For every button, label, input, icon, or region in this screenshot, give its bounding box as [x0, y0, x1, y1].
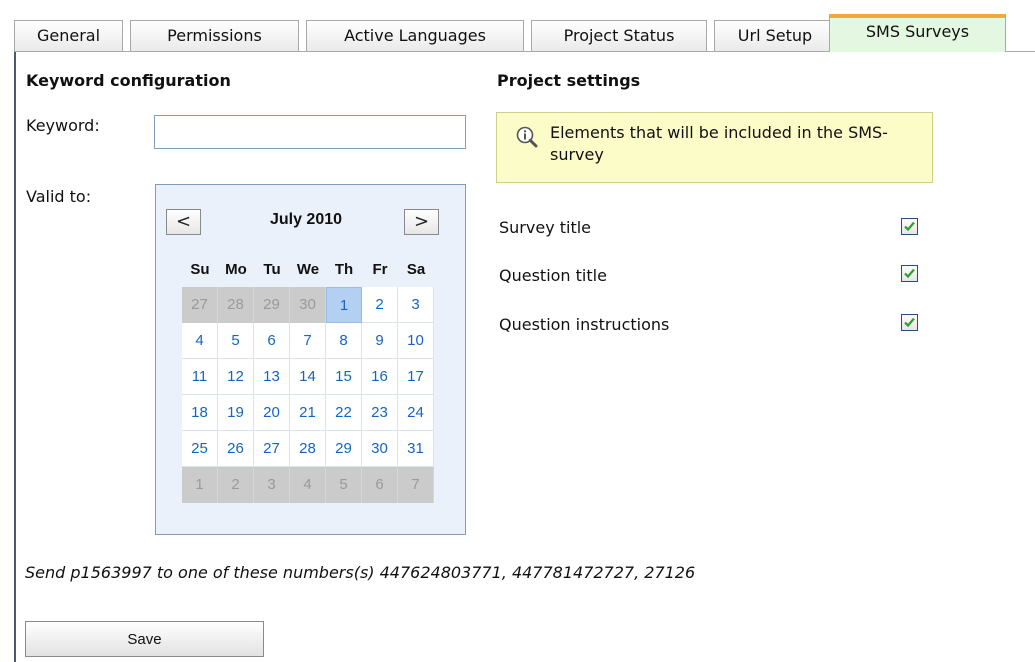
- panel-left-border: [14, 52, 16, 662]
- tab-permissions[interactable]: Permissions: [130, 20, 299, 51]
- chevron-left-icon: <: [175, 211, 192, 232]
- calendar-day[interactable]: 19: [218, 395, 254, 431]
- calendar-day[interactable]: 26: [218, 431, 254, 467]
- weekday-header: Th: [334, 261, 354, 278]
- calendar-day[interactable]: 11: [182, 359, 218, 395]
- tab-general[interactable]: General: [14, 20, 123, 51]
- calendar-day-other-month[interactable]: 4: [290, 467, 326, 503]
- calendar-day[interactable]: 4: [182, 323, 218, 359]
- calendar-day-other-month[interactable]: 7: [398, 467, 434, 503]
- tab-bar: General Permissions Active Languages Pro…: [14, 14, 1035, 52]
- calendar-day[interactable]: 21: [290, 395, 326, 431]
- survey-title-checkbox[interactable]: [901, 218, 918, 235]
- save-button[interactable]: Save: [25, 621, 264, 657]
- calendar-day[interactable]: 30: [362, 431, 398, 467]
- tab-sms-surveys[interactable]: SMS Surveys: [829, 14, 1006, 52]
- calendar-day[interactable]: 31: [398, 431, 434, 467]
- calendar-day-other-month[interactable]: 28: [218, 287, 254, 323]
- send-instructions-text: Send p1563997 to one of these numbers(s)…: [25, 563, 696, 582]
- keyword-label: Keyword:: [26, 116, 100, 135]
- calendar-day[interactable]: 28: [290, 431, 326, 467]
- calendar-day[interactable]: 9: [362, 323, 398, 359]
- valid-to-calendar: < July 2010 > Su Mo Tu We Th Fr Sa 27 28 29 30 1 2 3 4…: [155, 184, 466, 535]
- calendar-day[interactable]: 5: [218, 323, 254, 359]
- calendar-next-button[interactable]: >: [404, 209, 439, 235]
- calendar-day-other-month[interactable]: 6: [362, 467, 398, 503]
- keyword-configuration-heading: Keyword configuration: [26, 71, 231, 90]
- calendar-day[interactable]: 25: [182, 431, 218, 467]
- info-text: Elements that will be included in the SM…: [550, 123, 888, 164]
- calendar-day-other-month[interactable]: 27: [182, 287, 218, 323]
- weekday-header: Sa: [406, 261, 426, 278]
- question-title-checkbox[interactable]: [901, 265, 918, 282]
- calendar-day[interactable]: 10: [398, 323, 434, 359]
- calendar-day[interactable]: 6: [254, 323, 290, 359]
- calendar-day[interactable]: 13: [254, 359, 290, 395]
- calendar-day-other-month[interactable]: 29: [254, 287, 290, 323]
- tab-project-status[interactable]: Project Status: [531, 20, 707, 51]
- calendar-day[interactable]: 27: [254, 431, 290, 467]
- calendar-month-title: July 2010: [269, 211, 343, 228]
- calendar-day[interactable]: 12: [218, 359, 254, 395]
- calendar-day[interactable]: 3: [398, 287, 434, 323]
- calendar-day[interactable]: 29: [326, 431, 362, 467]
- calendar-day-other-month[interactable]: 5: [326, 467, 362, 503]
- calendar-day[interactable]: 2: [362, 287, 398, 323]
- checkmark-icon: [904, 268, 915, 279]
- option-label-question-instructions: Question instructions: [499, 315, 670, 334]
- chevron-right-icon: >: [413, 211, 430, 232]
- weekday-header: Tu: [263, 261, 281, 278]
- calendar-day[interactable]: 20: [254, 395, 290, 431]
- checkmark-icon: [904, 221, 915, 232]
- calendar-day-other-month[interactable]: 1: [182, 467, 218, 503]
- calendar-day[interactable]: 24: [398, 395, 434, 431]
- calendar-day-other-month[interactable]: 3: [254, 467, 290, 503]
- checkmark-icon: [904, 317, 915, 328]
- calendar-day[interactable]: 23: [362, 395, 398, 431]
- calendar-day-grid: Su Mo Tu We Th Fr Sa 27 28 29 30 1 2 3 4 5 6 7 8 9 10 11 12 13 1…: [182, 253, 434, 503]
- weekday-header: Mo: [225, 261, 247, 278]
- calendar-day[interactable]: 16: [362, 359, 398, 395]
- weekday-header: We: [296, 261, 320, 278]
- tab-active-languages[interactable]: Active Languages: [306, 20, 524, 51]
- calendar-day-other-month[interactable]: 30: [290, 287, 326, 323]
- info-box: Elements that will be included in the SM…: [496, 112, 933, 183]
- calendar-day[interactable]: 7: [290, 323, 326, 359]
- weekday-header: Su: [190, 261, 210, 278]
- weekday-header: Fr: [372, 261, 388, 278]
- calendar-day[interactable]: 18: [182, 395, 218, 431]
- calendar-day[interactable]: 15: [326, 359, 362, 395]
- calendar-day[interactable]: 14: [290, 359, 326, 395]
- calendar-day[interactable]: 8: [326, 323, 362, 359]
- option-label-question-title: Question title: [499, 266, 607, 285]
- calendar-prev-button[interactable]: <: [166, 209, 201, 235]
- magnifier-info-icon: [516, 126, 538, 148]
- calendar-day-selected[interactable]: 1: [326, 287, 362, 323]
- keyword-input[interactable]: [154, 115, 466, 149]
- calendar-day[interactable]: 17: [398, 359, 434, 395]
- calendar-day-other-month[interactable]: 2: [218, 467, 254, 503]
- option-label-survey-title: Survey title: [499, 218, 592, 237]
- tab-url-setup[interactable]: Url Setup: [714, 20, 836, 51]
- question-instructions-checkbox[interactable]: [901, 314, 918, 331]
- calendar-day[interactable]: 22: [326, 395, 362, 431]
- project-settings-heading: Project settings: [497, 71, 641, 90]
- valid-to-label: Valid to:: [26, 187, 92, 206]
